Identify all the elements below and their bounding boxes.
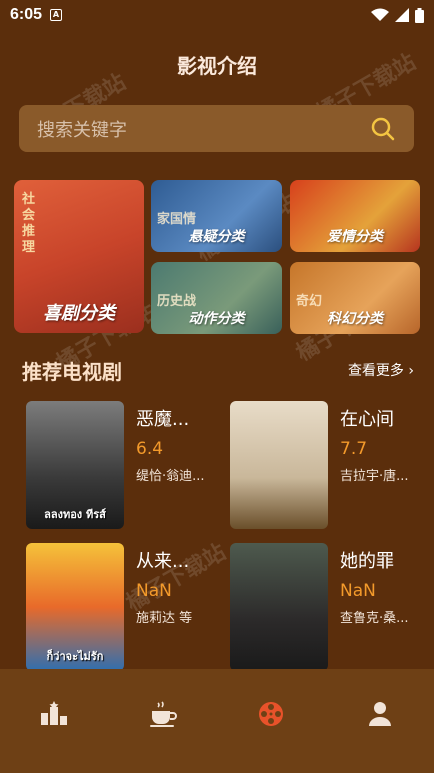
category-scifi[interactable]: 奇幻 科幻分类 <box>290 262 420 334</box>
show-score: NaN <box>136 581 172 601</box>
category-overlay-text: 历史战 <box>157 294 197 309</box>
show-cast: 施莉达 等 <box>136 611 193 626</box>
coffee-cup-icon <box>149 701 177 727</box>
section-title: 推荐电视剧 <box>22 359 122 384</box>
show-card[interactable]: 她的罪 NaN 查鲁克·桑... <box>230 543 420 671</box>
show-title: 在心间 <box>340 409 394 430</box>
show-score: 7.7 <box>340 439 368 459</box>
search-icon[interactable] <box>370 116 396 142</box>
show-score: 6.4 <box>136 439 164 459</box>
user-icon <box>368 702 391 726</box>
search-placeholder: 搜索关键字 <box>37 119 127 141</box>
bottom-tab-bar <box>0 669 434 773</box>
search-bar[interactable]: 搜索关键字 <box>19 105 414 152</box>
category-label: 悬疑分类 <box>188 229 245 245</box>
category-romance[interactable]: 爱情分类 <box>290 180 420 252</box>
category-side-text: 社会推理 <box>22 192 36 255</box>
show-card[interactable]: ก็ว่าจะไม่รัก 从来... NaN 施莉达 等 <box>26 543 216 671</box>
category-suspense[interactable]: 家国情 悬疑分类 <box>151 180 282 252</box>
category-label: 喜剧分类 <box>43 303 115 324</box>
category-action[interactable]: 历史战 动作分类 <box>151 262 282 334</box>
category-label: 动作分类 <box>188 311 245 327</box>
poster-image <box>230 401 328 529</box>
poster-image: ลลงทอง ทีรส์ <box>26 401 124 529</box>
show-cast: 查鲁克·桑... <box>340 611 409 626</box>
clock: 6:05 <box>10 6 43 23</box>
battery-icon <box>415 7 424 23</box>
poster-image: ก็ว่าจะไม่รัก <box>26 543 124 671</box>
film-reel-icon <box>259 702 284 726</box>
show-card[interactable]: 在心间 7.7 吉拉宇·唐... <box>230 401 420 529</box>
category-label: 爱情分类 <box>327 229 383 245</box>
category-label: 科幻分类 <box>327 311 383 327</box>
poster-text: ก็ว่าจะไม่รัก <box>46 650 104 663</box>
category-overlay-text: 家国情 <box>157 212 197 227</box>
poster-text: ลลงทอง ทีรส์ <box>44 508 106 521</box>
tab-ranking[interactable] <box>0 669 109 773</box>
page-title: 影视介绍 <box>177 54 257 78</box>
ranking-icon <box>41 701 68 725</box>
signal-icon <box>395 8 409 22</box>
category-comedy[interactable]: 社会推理 喜剧分类 <box>14 180 144 333</box>
view-more-link[interactable]: 查看更多 › <box>348 360 414 380</box>
notification-icon: A <box>50 9 63 21</box>
show-title: 她的罪 <box>340 551 394 572</box>
show-cast: 缇恰·翁迪... <box>136 469 205 484</box>
show-cast: 吉拉宇·唐... <box>340 469 409 484</box>
tab-profile[interactable] <box>326 669 434 773</box>
tab-coffee[interactable] <box>109 669 218 773</box>
wifi-icon <box>371 8 389 21</box>
show-score: NaN <box>340 581 376 601</box>
category-overlay-text: 奇幻 <box>296 294 323 309</box>
show-title: 从来... <box>136 551 190 572</box>
show-title: 恶魔... <box>136 409 190 430</box>
show-card[interactable]: ลลงทอง ทีรส์ 恶魔... 6.4 缇恰·翁迪... <box>26 401 216 529</box>
poster-image <box>230 543 328 671</box>
status-bar: 6:05 A <box>0 0 434 30</box>
tab-films[interactable] <box>217 669 326 773</box>
recommended-section-header: 推荐电视剧 查看更多 › <box>22 356 414 384</box>
